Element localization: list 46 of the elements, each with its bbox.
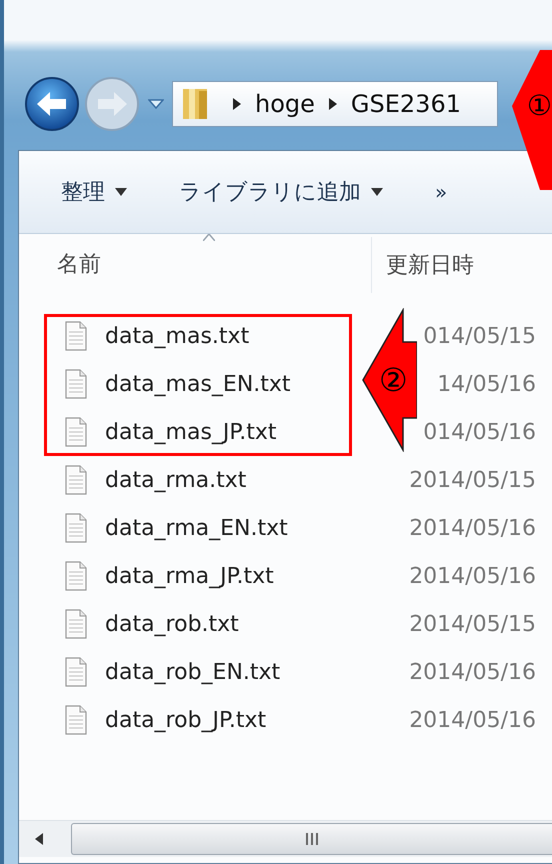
text-file-icon (65, 657, 87, 687)
text-file-icon (65, 369, 87, 399)
text-file-icon (65, 465, 87, 495)
file-name[interactable]: data_mas.txt (105, 324, 250, 348)
file-name[interactable]: data_rma_JP.txt (105, 564, 274, 588)
modified-date: 014/05/16 (423, 420, 536, 444)
text-file-icon (65, 609, 87, 639)
modified-date: 14/05/16 (437, 372, 536, 396)
column-header[interactable]: 名前 (57, 237, 372, 293)
file-name[interactable]: data_rma.txt (105, 468, 246, 492)
caret-icon (115, 188, 127, 196)
file-name[interactable]: data_rob_JP.txt (105, 708, 266, 732)
breadcrumb-arrow-icon[interactable] (233, 98, 241, 110)
toolbar-menu-button[interactable]: ライブラリに追加 (177, 173, 385, 211)
text-file-icon (65, 321, 87, 351)
grip-icon (305, 833, 319, 845)
callout-number: ① (526, 90, 552, 122)
text-file-icon (65, 561, 87, 591)
text-file-icon (65, 513, 87, 543)
modified-date: 2014/05/16 (409, 516, 536, 540)
dropdown-caret-icon[interactable] (148, 99, 164, 109)
scroll-left-arrow-icon[interactable] (35, 833, 43, 845)
text-file-icon (65, 417, 87, 447)
file-name[interactable]: data_rma_EN.txt (105, 516, 288, 540)
breadcrumb[interactable]: hoge (255, 90, 315, 118)
file-name[interactable]: data_rob.txt (105, 612, 239, 636)
more-button[interactable]: » (433, 176, 450, 208)
modified-date: 2014/05/16 (409, 564, 536, 588)
modified-date: 2014/05/15 (409, 468, 536, 492)
address-bar[interactable]: hoge GSE2361 (172, 81, 498, 127)
toolbar-menu-button[interactable]: 整理 (59, 173, 129, 211)
scrollbar-thumb[interactable] (71, 823, 552, 855)
file-name[interactable]: data_mas_JP.txt (105, 420, 277, 444)
horizontal-scrollbar[interactable] (19, 820, 552, 857)
text-file-icon (65, 705, 87, 735)
caret-icon (371, 188, 383, 196)
file-name[interactable]: data_mas_EN.txt (105, 372, 291, 396)
modified-date: 014/05/15 (423, 324, 536, 348)
column-header[interactable]: 更新日時 (386, 250, 474, 280)
modified-date: 2014/05/15 (409, 612, 536, 636)
breadcrumb[interactable]: GSE2361 (350, 90, 461, 118)
breadcrumb-arrow-icon[interactable] (328, 98, 337, 110)
callout-number: ② (379, 360, 408, 401)
modified-date: 2014/05/16 (409, 708, 536, 732)
modified-date: 2014/05/16 (409, 660, 536, 684)
file-name[interactable]: data_rob_EN.txt (105, 660, 280, 684)
